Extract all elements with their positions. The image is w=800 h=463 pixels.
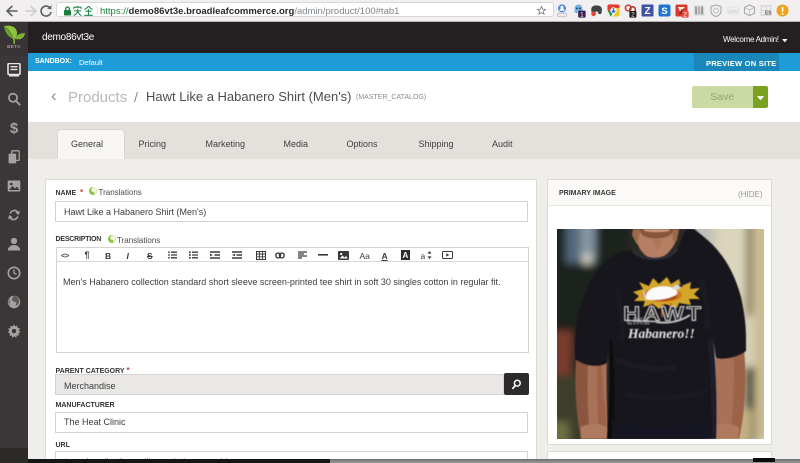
svg-text:Z: Z — [644, 6, 650, 17]
svg-text:ES: ES — [765, 11, 772, 17]
svg-text:CPH: CPH — [728, 9, 738, 14]
svg-text:Habanero!!: Habanero!! — [627, 326, 695, 341]
svg-text:2: 2 — [683, 11, 687, 18]
svg-text:1: 1 — [580, 11, 584, 18]
svg-text:S: S — [661, 6, 667, 17]
svg-text:2: 2 — [631, 12, 635, 19]
